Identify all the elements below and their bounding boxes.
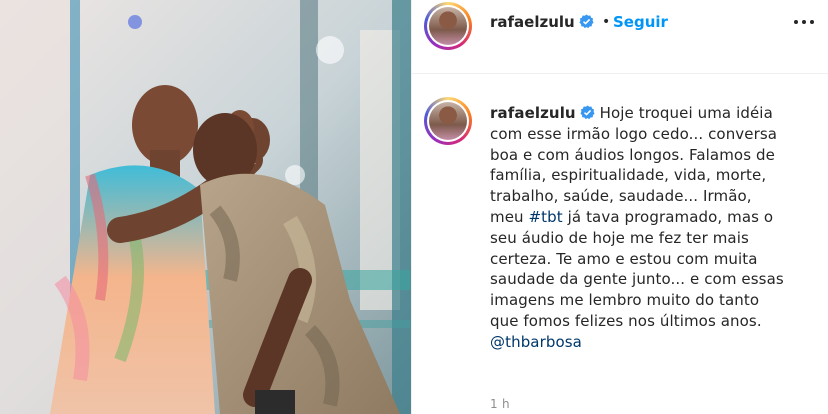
post-caption: rafaelzulu Hoje troquei uma idéia com es…: [490, 103, 820, 353]
verified-badge-icon: [579, 14, 594, 29]
caption-text: já tava programado, mas o: [562, 207, 774, 226]
follow-button[interactable]: Seguir: [613, 13, 668, 31]
username-link[interactable]: rafaelzulu: [490, 13, 594, 31]
caption-text: Hoje troquei uma idéia: [599, 104, 773, 122]
caption-text: saudade da gente junto... e com essas: [490, 270, 784, 289]
separator-dot: •: [602, 14, 611, 30]
post-photo[interactable]: [0, 0, 411, 414]
caption-text: seu áudio de hoje me fez ter mais: [490, 228, 749, 247]
caption-text: imagens me lembro muito do tanto: [490, 291, 760, 310]
caption-text: com esse irmão logo cedo... conversa: [490, 124, 778, 143]
caption-text: que fomos felizes nos últimos anos.: [490, 311, 762, 330]
post-detail-panel: rafaelzulu • Seguir rafaelzulu Hoje troq…: [411, 0, 828, 414]
verified-badge-icon: [580, 105, 595, 120]
avatar[interactable]: [424, 2, 472, 50]
hashtag-link[interactable]: #tbt: [529, 208, 563, 226]
mention-link[interactable]: @thbarbosa: [490, 333, 582, 351]
caption-text: família, espiritualidade, vida, morte,: [490, 166, 767, 185]
post-timestamp[interactable]: 1 h: [490, 397, 510, 411]
post-image: [0, 0, 411, 414]
caption-username[interactable]: rafaelzulu: [490, 104, 595, 122]
post-header: rafaelzulu • Seguir: [412, 0, 828, 74]
caption-text: boa e com áudios longos. Falamos de: [490, 145, 775, 164]
caption-avatar[interactable]: [424, 97, 472, 145]
more-options-icon[interactable]: [789, 10, 819, 34]
caption-text: trabalho, saúde, saudade... Irmão,: [490, 187, 752, 206]
caption-text: certeza. Te amo e estou com muita: [490, 249, 758, 268]
caption-text: meu: [490, 207, 529, 226]
